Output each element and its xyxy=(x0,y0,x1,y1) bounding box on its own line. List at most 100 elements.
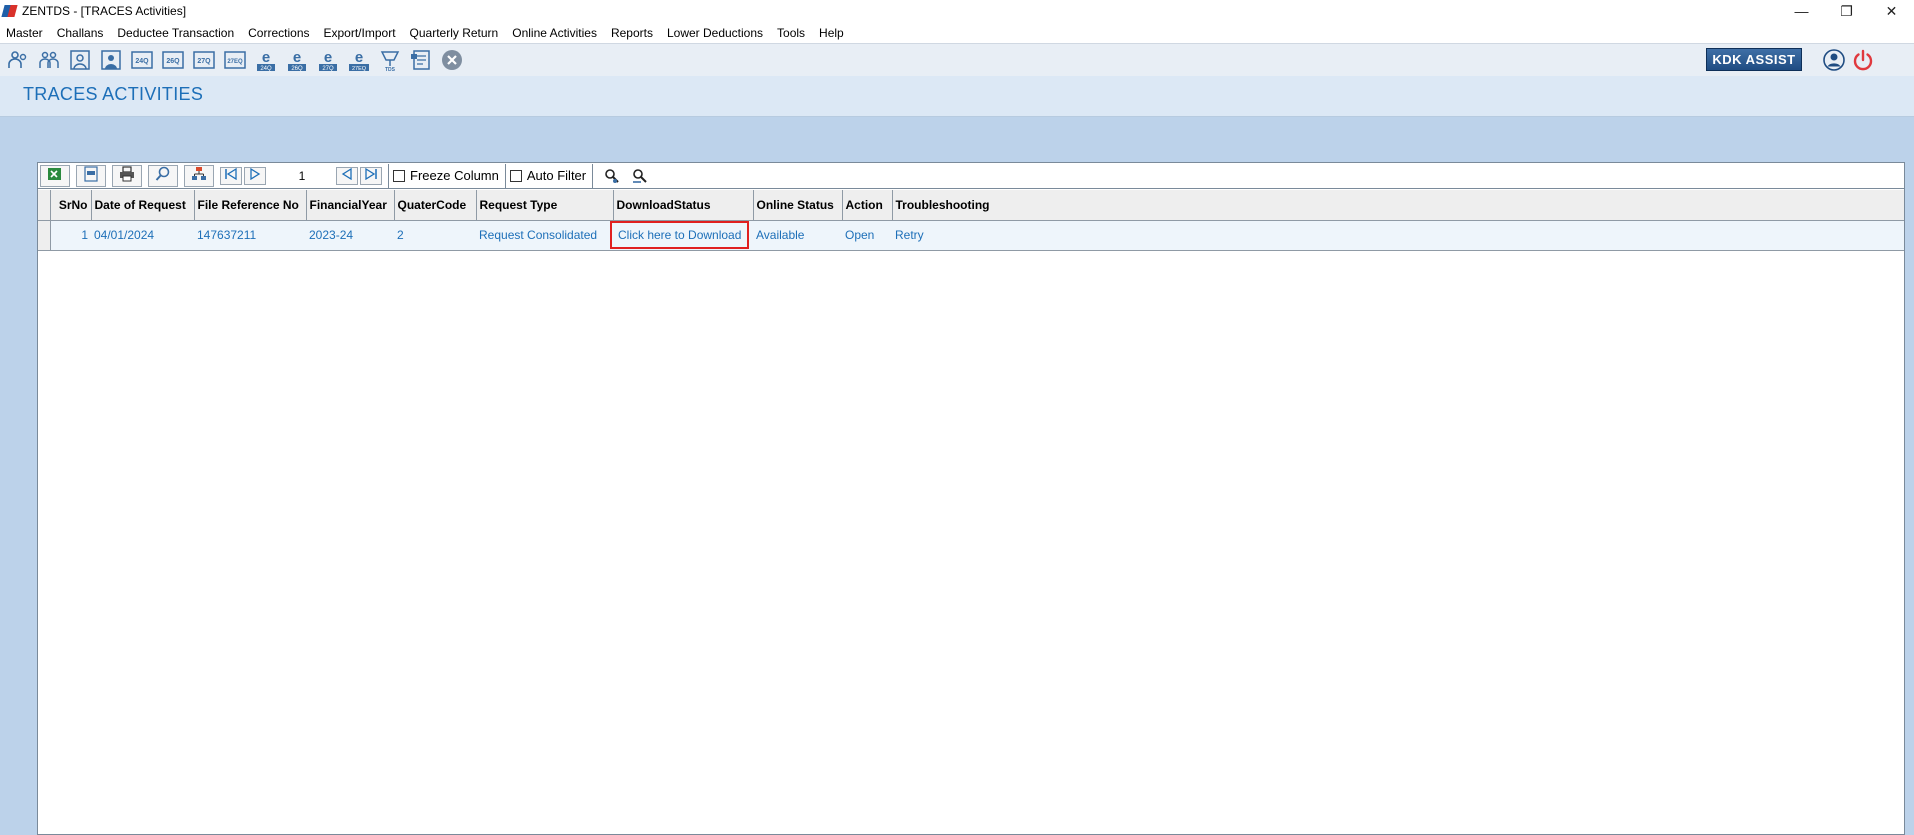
grid-panel: Freeze Column Auto Filter xyxy=(37,162,1905,835)
cell-financial-year: 2023-24 xyxy=(306,220,394,251)
e-26q-icon[interactable]: e 26Q xyxy=(283,47,310,74)
document-icon xyxy=(83,166,99,185)
first-page-button[interactable] xyxy=(220,166,242,185)
column-header-quater-code[interactable]: QuaterCode xyxy=(394,190,477,221)
cell-troubleshooting: Retry xyxy=(892,220,1904,251)
svg-text:27EQ: 27EQ xyxy=(227,59,243,65)
cell-online-status: Available xyxy=(753,220,842,251)
svg-text:26Q: 26Q xyxy=(291,66,303,72)
cell-date-of-request: 04/01/2024 xyxy=(91,220,194,251)
freeze-column-label: Freeze Column xyxy=(410,168,499,183)
close-circle-icon[interactable] xyxy=(438,47,465,74)
menu-lower-deductions[interactable]: Lower Deductions xyxy=(660,26,770,40)
column-header-srno[interactable]: SrNo xyxy=(50,190,92,221)
menu-corrections[interactable]: Corrections xyxy=(241,26,316,40)
svg-text:27Q: 27Q xyxy=(322,66,334,72)
open-link[interactable]: Open xyxy=(845,228,874,242)
tds-icon[interactable]: TDS xyxy=(376,47,403,74)
cell-srno: 1 xyxy=(50,220,91,251)
minimize-button[interactable]: — xyxy=(1779,0,1824,22)
menu-master[interactable]: Master xyxy=(0,26,50,40)
window-controls: — ❐ ✕ xyxy=(1779,0,1914,22)
form-27eq-icon[interactable]: 27EQ xyxy=(221,47,248,74)
grid-toolbar: Freeze Column Auto Filter xyxy=(38,163,1904,189)
magnifier-icon xyxy=(155,166,171,185)
svg-text:e: e xyxy=(323,49,331,66)
report-icon[interactable] xyxy=(407,47,434,74)
app-logo-icon xyxy=(3,4,17,18)
click-here-to-download-link[interactable]: Click here to Download xyxy=(610,221,750,249)
page-number-input[interactable] xyxy=(272,165,332,186)
auto-filter-checkbox[interactable] xyxy=(509,169,522,182)
form-27q-icon[interactable]: 27Q xyxy=(190,47,217,74)
svg-text:27Q: 27Q xyxy=(197,58,211,65)
find-button[interactable] xyxy=(148,164,178,187)
cell-request-type: Request Consolidated xyxy=(476,220,613,251)
hierarchy-icon xyxy=(191,166,207,185)
svg-text:e: e xyxy=(292,49,300,66)
e-24q-icon[interactable]: e 24Q xyxy=(252,47,279,74)
person-icon[interactable] xyxy=(97,47,124,74)
form-26q-icon[interactable]: 26Q xyxy=(159,47,186,74)
previous-icon xyxy=(340,167,354,183)
column-header-download-status[interactable]: DownloadStatus xyxy=(613,190,754,221)
menu-online-activities[interactable]: Online Activities xyxy=(505,26,604,40)
menu-reports[interactable]: Reports xyxy=(604,26,660,40)
column-header-online-status[interactable]: Online Status xyxy=(753,190,843,221)
main-toolbar: 24Q 26Q 27Q 27EQ e 24Q e 26Q e 27Q e 27EQ TD… xyxy=(0,43,1914,76)
deductor-icon[interactable] xyxy=(4,47,31,74)
svg-text:e: e xyxy=(261,49,269,66)
column-header-file-reference-no[interactable]: File Reference No xyxy=(194,190,307,221)
previous-page-button[interactable] xyxy=(336,166,358,185)
kdk-assist-button[interactable]: KDK ASSIST xyxy=(1706,48,1802,71)
page-header: TRACES ACTIVITIES xyxy=(0,76,1914,117)
menu-tools[interactable]: Tools xyxy=(770,26,812,40)
search-clear-icon[interactable] xyxy=(629,165,651,187)
menu-export-import[interactable]: Export/Import xyxy=(317,26,403,40)
close-window-button[interactable]: ✕ xyxy=(1869,0,1914,22)
menu-deductee-transaction[interactable]: Deductee Transaction xyxy=(110,26,241,40)
svg-text:e: e xyxy=(354,49,362,66)
svg-text:24Q: 24Q xyxy=(260,66,272,72)
employee-icon[interactable] xyxy=(66,47,93,74)
search-user-icon[interactable] xyxy=(601,165,623,187)
auto-filter-toggle[interactable]: Auto Filter xyxy=(504,163,592,188)
menu-help[interactable]: Help xyxy=(812,26,851,40)
first-page-icon xyxy=(224,167,238,183)
svg-text:24Q: 24Q xyxy=(135,58,149,65)
excel-icon xyxy=(47,166,63,185)
cell-file-reference-no: 147637211 xyxy=(194,220,306,251)
deductee-icon[interactable] xyxy=(35,47,62,74)
column-header-action[interactable]: Action xyxy=(842,190,893,221)
restore-button[interactable]: ❐ xyxy=(1824,0,1869,22)
main-area: Freeze Column Auto Filter xyxy=(0,117,1914,835)
column-header-financial-year[interactable]: FinancialYear xyxy=(306,190,395,221)
e-27q-icon[interactable]: e 27Q xyxy=(314,47,341,74)
svg-text:27EQ: 27EQ xyxy=(351,66,366,72)
export-excel-button[interactable] xyxy=(40,164,70,187)
row-indicator[interactable] xyxy=(38,220,51,251)
freeze-column-toggle[interactable]: Freeze Column xyxy=(388,163,505,188)
column-header-date-of-request[interactable]: Date of Request xyxy=(91,190,195,221)
power-icon[interactable] xyxy=(1852,49,1874,71)
svg-text:26Q: 26Q xyxy=(166,58,180,65)
column-header-request-type[interactable]: Request Type xyxy=(476,190,614,221)
menu-challans[interactable]: Challans xyxy=(50,26,111,40)
group-button[interactable] xyxy=(184,164,214,187)
export-pdf-button[interactable] xyxy=(76,164,106,187)
user-profile-icon[interactable] xyxy=(1823,49,1845,71)
last-page-button[interactable] xyxy=(360,166,382,185)
form-24q-icon[interactable]: 24Q xyxy=(128,47,155,74)
next-page-button[interactable] xyxy=(244,166,266,185)
retry-link[interactable]: Retry xyxy=(895,228,924,242)
search-tools xyxy=(592,163,657,188)
column-header-troubleshooting[interactable]: Troubleshooting xyxy=(892,190,1904,221)
freeze-column-checkbox[interactable] xyxy=(393,169,405,182)
cell-action: Open xyxy=(842,220,892,251)
menu-quarterly-return[interactable]: Quarterly Return xyxy=(403,26,506,40)
row-indicator-header xyxy=(38,190,51,221)
e-27eq-icon[interactable]: e 27EQ xyxy=(345,47,372,74)
print-button[interactable] xyxy=(112,164,142,187)
table-row[interactable]: 1 04/01/2024 147637211 2023-24 2 Request… xyxy=(38,220,1904,251)
menu-bar: Master Challans Deductee Transaction Cor… xyxy=(0,22,1914,43)
